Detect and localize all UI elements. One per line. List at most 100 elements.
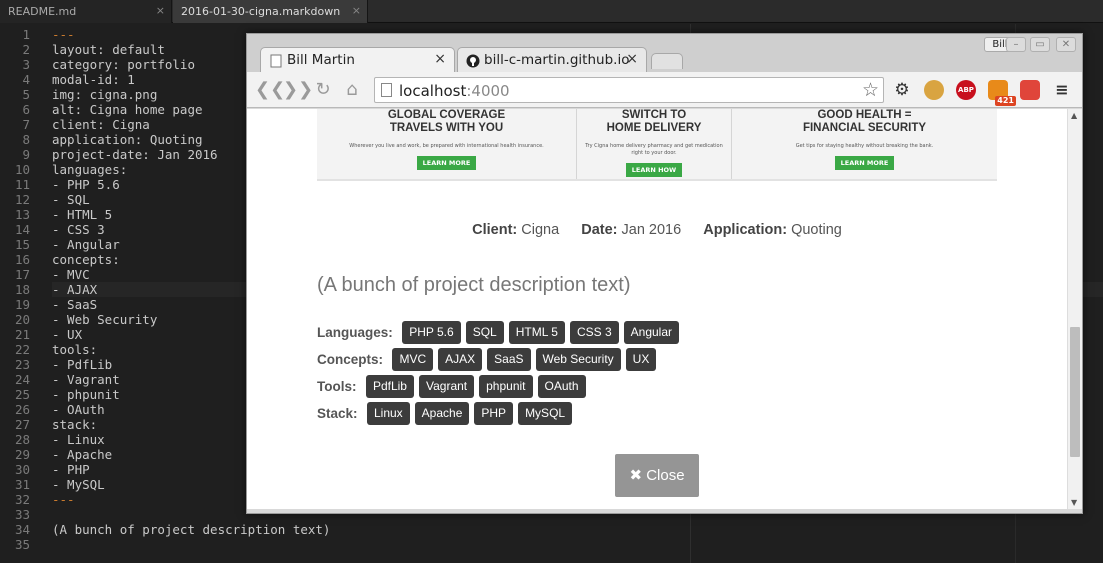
promo-heading: SWITCH TO	[621, 109, 687, 121]
line-number: 26	[14, 402, 30, 417]
line-number: 17	[14, 267, 30, 282]
home-icon[interactable]: ⌂	[341, 79, 363, 101]
adblock-icon[interactable]: ABP	[956, 80, 976, 100]
promo-column: GLOBAL COVERAGE TRAVELS WITH YOU Whereve…	[317, 109, 577, 179]
line-number: 11	[14, 177, 30, 192]
cookie-icon[interactable]	[924, 80, 944, 100]
line-number: 29	[14, 447, 30, 462]
promo-text: Get tips for staying healthy without bre…	[795, 143, 934, 149]
url-port: :4000	[466, 82, 510, 100]
project-description: (A bunch of project description text)	[317, 274, 631, 296]
tag: OAuth	[537, 375, 586, 398]
browser-window: Bill Martin × bill-c-martin.github.io × …	[246, 33, 1083, 514]
line-number: 20	[14, 312, 30, 327]
close-icon[interactable]: ×	[434, 51, 446, 67]
editor-tab-label: README.md	[8, 5, 77, 18]
promo-heading: TRAVELS WITH YOU	[389, 122, 504, 134]
tag-row-stack: Stack: Linux Apache PHP MySQL	[317, 402, 577, 426]
minimize-button[interactable]: –	[1006, 37, 1026, 52]
close-button-label: Close	[646, 467, 685, 484]
browser-toolbar: ❮❮ ❯❯ ↻ ⌂ localhost:4000 ☆ ⚙ ABP 421 ≡	[247, 72, 1082, 108]
tag: Angular	[623, 321, 680, 344]
bookmark-star-icon[interactable]: ☆	[862, 79, 879, 101]
line-number: 25	[14, 387, 30, 402]
editor-tab-label: 2016-01-30-cigna.markdown	[181, 5, 341, 18]
close-icon[interactable]: ×	[156, 4, 165, 17]
promo-heading: FINANCIAL SECURITY	[802, 122, 927, 134]
tag-row-label: Tools:	[317, 379, 357, 394]
tag: phpunit	[479, 375, 533, 398]
close-window-button[interactable]: ✕	[1056, 37, 1076, 52]
address-bar[interactable]: localhost:4000 ☆	[374, 77, 884, 103]
line-number: 6	[22, 102, 30, 117]
line-number: 28	[14, 432, 30, 447]
line-number: 22	[14, 342, 30, 357]
project-meta: Client: Cigna Date: Jan 2016 Application…	[247, 222, 1067, 238]
tag: HTML 5	[508, 321, 565, 344]
tag: Vagrant	[418, 375, 475, 398]
promo-heading: GOOD HEALTH =	[817, 109, 912, 121]
tag: MySQL	[518, 402, 573, 425]
tag-row-label: Concepts:	[317, 352, 384, 367]
promo-text: Wherever you live and work, be prepared …	[349, 143, 544, 149]
promo-button: LEARN HOW	[625, 163, 683, 177]
promo-column: GOOD HEALTH = FINANCIAL SECURITY Get tip…	[732, 109, 997, 179]
promo-heading: HOME DELIVERY	[606, 122, 702, 134]
editor-tab-cigna[interactable]: 2016-01-30-cigna.markdown ×	[173, 0, 368, 23]
line-number: 14	[14, 222, 30, 237]
maximize-button[interactable]: ▭	[1030, 37, 1050, 52]
menu-icon[interactable]: ≡	[1052, 80, 1072, 100]
tag: MVC	[392, 348, 434, 371]
tag-row-tools: Tools: PdfLib Vagrant phpunit OAuth	[317, 375, 591, 399]
tag: Web Security	[535, 348, 621, 371]
page-viewport: GLOBAL COVERAGE TRAVELS WITH YOU Whereve…	[247, 109, 1067, 509]
tag-row-label: Stack:	[317, 406, 358, 421]
client-value: Cigna	[521, 222, 560, 238]
code-line[interactable]	[52, 537, 1103, 552]
new-tab-button[interactable]	[651, 53, 683, 69]
close-icon[interactable]: ×	[626, 51, 638, 67]
rss-icon[interactable]: 421	[988, 80, 1016, 106]
notification-badge: 421	[995, 96, 1016, 106]
tag: UX	[625, 348, 657, 371]
browser-tab-bill-martin[interactable]: Bill Martin ×	[260, 47, 455, 73]
line-number: 23	[14, 357, 30, 372]
browser-tab-github[interactable]: bill-c-martin.github.io ×	[457, 47, 647, 73]
scroll-down-icon[interactable]: ▼	[1071, 498, 1077, 507]
forward-icon[interactable]: ❯❯	[283, 79, 313, 101]
promo-heading: GLOBAL COVERAGE	[387, 109, 506, 121]
tag: PHP 5.6	[402, 321, 461, 344]
gear-icon[interactable]: ⚙	[892, 80, 912, 100]
line-number: 3	[22, 57, 30, 72]
date-label: Date:	[581, 222, 618, 238]
line-number: 19	[14, 297, 30, 312]
tag: CSS 3	[569, 321, 619, 344]
tag: PHP	[474, 402, 514, 425]
line-number: 2	[22, 42, 30, 57]
editor-tab-readme[interactable]: README.md ×	[0, 0, 172, 23]
line-number: 10	[14, 162, 30, 177]
browser-tab-title: Bill Martin	[287, 52, 355, 68]
line-number: 16	[14, 252, 30, 267]
back-icon[interactable]: ❮❮	[255, 79, 285, 101]
editor-tab-bar: README.md × 2016-01-30-cigna.markdown ×	[0, 0, 1103, 23]
application-value: Quoting	[791, 222, 842, 238]
code-line[interactable]: (A bunch of project description text)	[52, 522, 1103, 537]
page-icon	[381, 83, 392, 97]
scroll-up-icon[interactable]: ▲	[1071, 111, 1077, 120]
line-number: 5	[22, 87, 30, 102]
promo-column: SWITCH TO HOME DELIVERY Try Cigna home d…	[577, 109, 732, 179]
scrollbar-thumb[interactable]	[1070, 327, 1080, 457]
close-icon[interactable]: ×	[352, 4, 361, 17]
extension-icon[interactable]	[1020, 80, 1040, 100]
page-scrollbar[interactable]: ▲ ▼	[1067, 109, 1082, 509]
line-number: 9	[22, 147, 30, 162]
tag-row-languages: Languages: PHP 5.6 SQL HTML 5 CSS 3 Angular	[317, 321, 684, 345]
line-number: 1	[22, 27, 30, 42]
close-modal-button[interactable]: ✖ Close	[615, 454, 699, 497]
reload-icon[interactable]: ↻	[312, 79, 334, 101]
line-number: 33	[14, 507, 30, 522]
tag: AJAX	[438, 348, 483, 371]
date-value: Jan 2016	[621, 222, 682, 238]
line-number: 12	[14, 192, 30, 207]
